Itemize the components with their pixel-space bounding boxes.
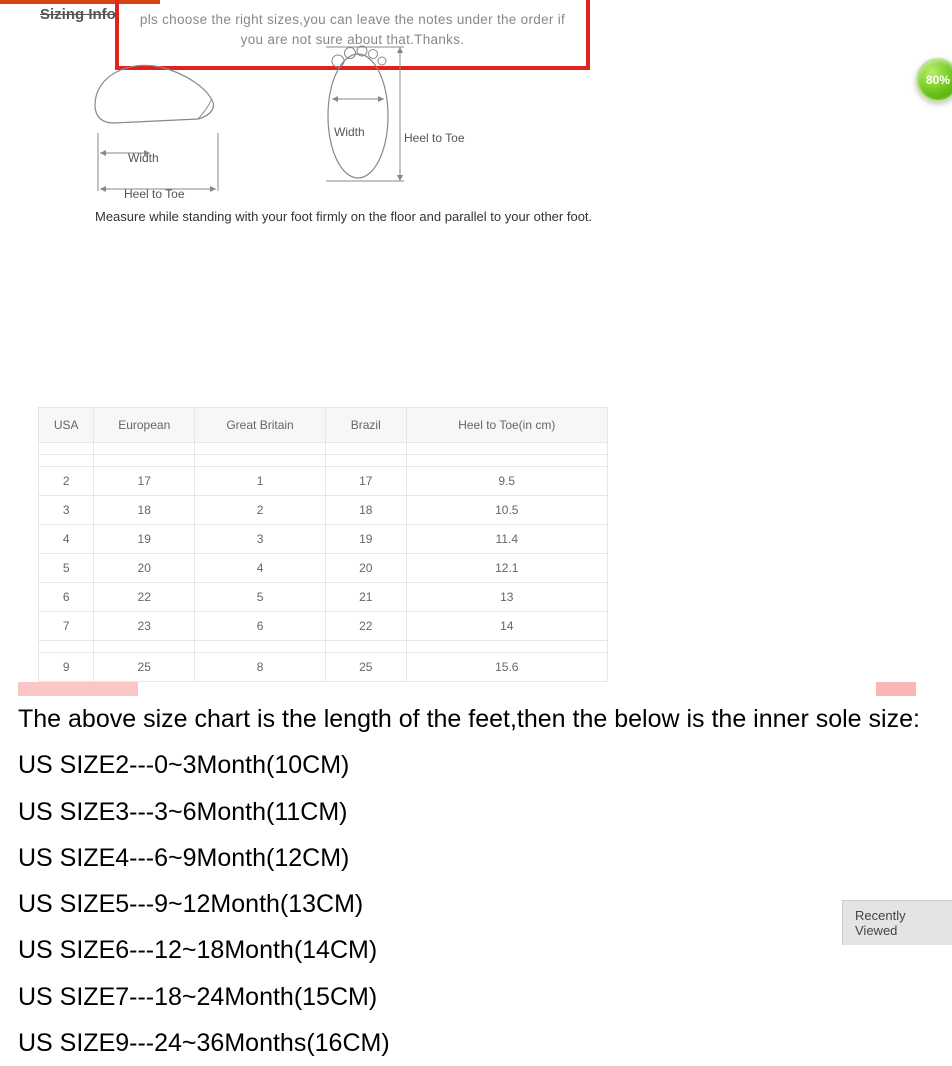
table-cell	[39, 641, 94, 653]
divider-strip	[18, 682, 934, 696]
table-row: 92582515.6	[39, 653, 608, 682]
table-cell	[94, 455, 195, 467]
table-row: 52042012.1	[39, 554, 608, 583]
table-row	[39, 641, 608, 653]
table-cell	[406, 641, 607, 653]
recently-viewed-label: Recently Viewed	[855, 908, 906, 938]
body-intro: The above size chart is the length of th…	[18, 696, 934, 742]
table-cell: 18	[325, 496, 406, 525]
table-row: 31821810.5	[39, 496, 608, 525]
table-cell	[325, 455, 406, 467]
measure-instruction: Measure while standing with your foot fi…	[95, 209, 592, 224]
table-cell: 6	[39, 583, 94, 612]
size-line: US SIZE2---0~3Month(10CM)	[18, 742, 934, 788]
foot-side-illustration	[90, 45, 220, 135]
table-cell	[406, 443, 607, 455]
table-cell: 15.6	[406, 653, 607, 682]
top-heeltoe-label: Heel to Toe	[404, 131, 465, 145]
table-cell: 4	[195, 554, 326, 583]
body-text-block: The above size chart is the length of th…	[18, 696, 934, 1066]
table-row: 2171179.5	[39, 467, 608, 496]
table-cell	[325, 443, 406, 455]
discount-badge[interactable]: 80%	[916, 58, 952, 102]
table-cell	[195, 455, 326, 467]
table-cell: 6	[195, 612, 326, 641]
col-header-heel: Heel to Toe(in cm)	[406, 408, 607, 443]
table-cell: 1	[195, 467, 326, 496]
size-line: US SIZE6---12~18Month(14CM)	[18, 927, 934, 973]
table-cell: 9.5	[406, 467, 607, 496]
table-row: 62252113	[39, 583, 608, 612]
table-cell: 19	[94, 525, 195, 554]
table-cell	[195, 641, 326, 653]
table-cell: 20	[325, 554, 406, 583]
table-cell: 11.4	[406, 525, 607, 554]
table-cell: 9	[39, 653, 94, 682]
side-width-label: Width	[128, 151, 159, 165]
top-width-label: Width	[334, 125, 365, 139]
table-cell	[39, 443, 94, 455]
table-cell: 25	[94, 653, 195, 682]
size-line: US SIZE4---6~9Month(12CM)	[18, 835, 934, 881]
size-line: US SIZE3---3~6Month(11CM)	[18, 789, 934, 835]
table-cell: 22	[94, 583, 195, 612]
foot-diagrams: Width Heel to Toe Width Heel to Toe Meas…	[0, 39, 952, 209]
table-cell	[406, 455, 607, 467]
table-cell: 18	[94, 496, 195, 525]
table-cell: 14	[406, 612, 607, 641]
size-line: US SIZE9---24~36Months(16CM)	[18, 1020, 934, 1066]
table-cell: 20	[94, 554, 195, 583]
table-cell	[94, 443, 195, 455]
table-cell: 2	[39, 467, 94, 496]
table-row	[39, 455, 608, 467]
table-cell: 10.5	[406, 496, 607, 525]
table-row	[39, 443, 608, 455]
table-row: 41931911.4	[39, 525, 608, 554]
col-header-br: Brazil	[325, 408, 406, 443]
foot-top-illustration	[320, 31, 410, 196]
table-cell: 3	[39, 496, 94, 525]
table-row: 72362214	[39, 612, 608, 641]
table-cell: 7	[39, 612, 94, 641]
table-header-row: USA European Great Britain Brazil Heel t…	[39, 408, 608, 443]
table-cell	[94, 641, 195, 653]
table-cell: 17	[94, 467, 195, 496]
table-cell: 5	[39, 554, 94, 583]
size-table-container: USA European Great Britain Brazil Heel t…	[38, 407, 608, 682]
table-cell	[39, 455, 94, 467]
table-cell: 22	[325, 612, 406, 641]
table-cell: 4	[39, 525, 94, 554]
table-cell: 21	[325, 583, 406, 612]
table-cell: 8	[195, 653, 326, 682]
table-cell: 17	[325, 467, 406, 496]
table-cell	[325, 641, 406, 653]
col-header-gb: Great Britain	[195, 408, 326, 443]
table-cell: 25	[325, 653, 406, 682]
table-cell: 13	[406, 583, 607, 612]
size-line: US SIZE5---9~12Month(13CM)	[18, 881, 934, 927]
side-heeltoe-label: Heel to Toe	[124, 187, 185, 201]
table-cell: 12.1	[406, 554, 607, 583]
size-table: USA European Great Britain Brazil Heel t…	[38, 407, 608, 682]
table-cell	[195, 443, 326, 455]
discount-badge-value: 80%	[926, 73, 950, 87]
table-cell: 23	[94, 612, 195, 641]
recently-viewed-button[interactable]: Recently Viewed	[842, 900, 952, 945]
table-cell: 19	[325, 525, 406, 554]
size-line: US SIZE7---18~24Month(15CM)	[18, 974, 934, 1020]
col-header-eur: European	[94, 408, 195, 443]
table-cell: 2	[195, 496, 326, 525]
table-cell: 3	[195, 525, 326, 554]
table-cell: 5	[195, 583, 326, 612]
col-header-usa: USA	[39, 408, 94, 443]
